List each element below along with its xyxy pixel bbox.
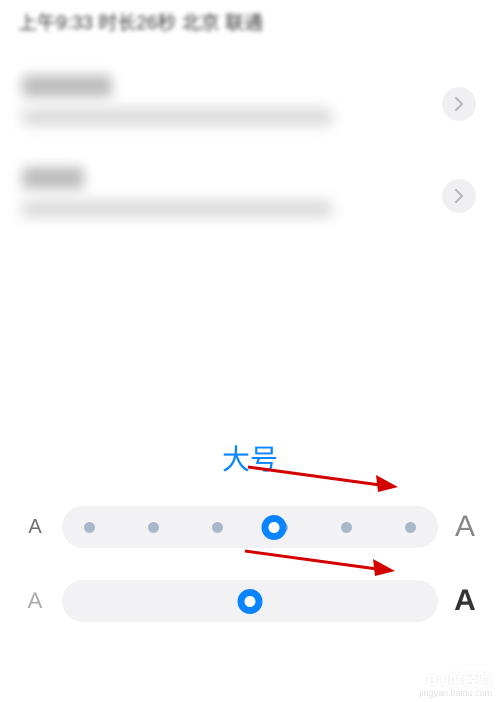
slider-tick bbox=[212, 522, 223, 533]
slider-tick bbox=[84, 522, 95, 533]
preview-list bbox=[0, 61, 500, 239]
slider-tick bbox=[405, 522, 416, 533]
font-size-slider[interactable] bbox=[62, 506, 438, 548]
slider-thumb[interactable] bbox=[262, 515, 287, 540]
header-time-info: 上午9:33 时长26秒 北京 联通 bbox=[0, 0, 500, 43]
chevron-right-icon[interactable] bbox=[442, 179, 476, 213]
slider-tick bbox=[148, 522, 159, 533]
small-a-icon: A bbox=[20, 517, 50, 537]
list-item-title bbox=[22, 75, 112, 97]
font-weight-slider-row: A A bbox=[0, 580, 500, 622]
slider-thumb[interactable] bbox=[238, 589, 263, 614]
chevron-right-icon[interactable] bbox=[442, 87, 476, 121]
bold-a-icon: A bbox=[450, 586, 480, 616]
font-weight-slider[interactable] bbox=[62, 580, 438, 622]
annotation-arrow-icon bbox=[245, 546, 395, 576]
watermark-url: jingyan.baidu.com bbox=[392, 688, 492, 698]
list-item-subtitle bbox=[22, 109, 332, 125]
list-item[interactable] bbox=[0, 61, 500, 147]
list-item[interactable] bbox=[0, 153, 500, 239]
list-item-title bbox=[22, 167, 84, 189]
list-item-subtitle bbox=[22, 201, 332, 217]
slider-tick bbox=[341, 522, 352, 533]
large-a-icon: A bbox=[450, 512, 480, 542]
font-size-slider-row: A A bbox=[0, 506, 500, 548]
watermark: Bai度经验 jingyan.baidu.com bbox=[392, 669, 492, 698]
thin-a-icon: A bbox=[20, 590, 50, 612]
font-size-label: 大号 bbox=[222, 438, 278, 478]
watermark-logo: Bai度经验 bbox=[392, 669, 492, 690]
